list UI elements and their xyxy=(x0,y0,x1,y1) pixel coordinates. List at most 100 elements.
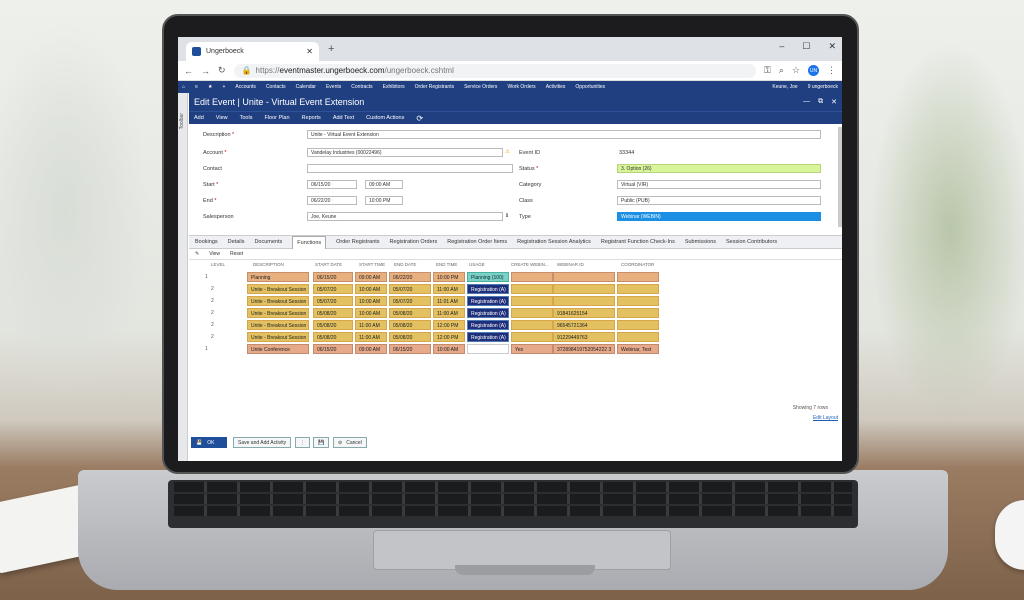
nav-activities[interactable]: Activities xyxy=(546,84,566,90)
cell-st[interactable]: 10:00 AM xyxy=(355,296,387,306)
cell-et[interactable]: 11:01 AM xyxy=(433,296,465,306)
save-add-activity-button[interactable]: Save and Add Activity xyxy=(233,437,292,448)
cell-wid[interactable] xyxy=(553,284,615,294)
cell-desc[interactable]: Unite - Breakout Session 3 xyxy=(247,308,309,318)
company-menu[interactable]: 9 ungerboeck xyxy=(808,84,838,90)
cell-et[interactable]: 11:00 AM xyxy=(433,308,465,318)
maximize-icon[interactable]: ☐ xyxy=(802,41,810,52)
edit-layout-link[interactable]: Edit Layout xyxy=(813,415,838,421)
nav-contacts[interactable]: Contacts xyxy=(266,84,286,90)
account-field[interactable]: Vandelay Industries (00022496) xyxy=(307,148,503,157)
tab-documents[interactable]: Documents xyxy=(254,239,282,245)
cell-st[interactable]: 11:00 AM xyxy=(355,320,387,330)
home-icon[interactable]: ⌂ xyxy=(182,84,185,90)
cell-wid[interactable] xyxy=(553,296,615,306)
cell-desc[interactable]: Unite - Breakout Session 4 xyxy=(247,320,309,330)
bookmark-star-icon[interactable]: ☆ xyxy=(792,65,800,76)
tab-registration-orders[interactable]: Registration Orders xyxy=(390,239,438,245)
col-end-time[interactable]: END TIME xyxy=(436,262,457,267)
refresh-icon[interactable]: ⟳ xyxy=(416,114,423,123)
cell-cw[interactable] xyxy=(511,320,553,330)
add-icon[interactable]: + xyxy=(222,84,225,90)
nav-order-registrants[interactable]: Order Registrants xyxy=(415,84,454,90)
cell-ed[interactable]: 06/15/20 xyxy=(389,344,431,354)
tab-registration-session-analytics[interactable]: Registration Session Analytics xyxy=(517,239,591,245)
cell-wid[interactable]: 96545721364 xyxy=(553,320,615,330)
cell-wid[interactable] xyxy=(553,272,615,282)
cell-et[interactable]: 10:00 PM xyxy=(433,272,465,282)
nav-work-orders[interactable]: Work Orders xyxy=(507,84,535,90)
cell-desc[interactable]: Unite - Breakout Session 2 xyxy=(247,296,309,306)
table-row[interactable]: 2 Unite - Breakout Session 3 05/08/20 10:00… xyxy=(189,308,842,319)
cell-coord[interactable] xyxy=(617,320,659,330)
table-row[interactable]: 2 Unite - Breakout Session 2 05/07/20 10:00… xyxy=(189,296,842,307)
reload-icon[interactable]: ↻ xyxy=(218,65,226,76)
cell-usage[interactable] xyxy=(467,344,509,354)
toolbar-sidebar[interactable]: Toolbar xyxy=(178,93,188,461)
nav-opportunities[interactable]: Opportunities xyxy=(575,84,605,90)
cell-cw[interactable]: Yes xyxy=(511,344,553,354)
cancel-button[interactable]: ⊘ Cancel xyxy=(333,437,367,448)
start-date-field[interactable]: 06/15/20 xyxy=(307,180,357,189)
star-icon[interactable]: ★ xyxy=(208,84,212,90)
cell-sd[interactable]: 06/15/20 xyxy=(313,344,353,354)
cell-ed[interactable]: 05/08/20 xyxy=(389,320,431,330)
table-row[interactable]: 1 Unite Conference 06/15/20 09:00 AM 06/15/2… xyxy=(189,344,842,355)
cell-wid[interactable]: 91229449763 xyxy=(553,332,615,342)
start-time-field[interactable]: 09:00 AM xyxy=(365,180,403,189)
type-field[interactable]: Webinar (WEBIN) xyxy=(617,212,821,221)
tab-details[interactable]: Details xyxy=(228,239,245,245)
cell-sd[interactable]: 05/07/20 xyxy=(313,296,353,306)
cell-et[interactable]: 10:00 AM xyxy=(433,344,465,354)
tab-functions[interactable]: Functions xyxy=(292,235,327,249)
cell-coord[interactable] xyxy=(617,308,659,318)
user-menu[interactable]: Keune, Joe xyxy=(772,84,797,90)
hamburger-icon[interactable]: ≡ xyxy=(195,84,198,90)
cell-sd[interactable]: 05/08/20 xyxy=(313,308,353,318)
nav-events[interactable]: Events xyxy=(326,84,341,90)
close-tab-icon[interactable]: ✕ xyxy=(306,47,313,56)
cell-desc[interactable]: Unite - Breakout Session 1 xyxy=(247,284,309,294)
cell-desc[interactable]: Planning xyxy=(247,272,309,282)
cell-st[interactable]: 09:00 AM xyxy=(355,344,387,354)
col-webinar-id[interactable]: WEBINAR ID xyxy=(557,262,584,267)
toolbar-tools[interactable]: Tools xyxy=(240,115,253,121)
minimize-panel-icon[interactable]: — xyxy=(803,98,810,106)
end-time-field[interactable]: 10:00 PM xyxy=(365,196,403,205)
tab-order-registrants[interactable]: Order Registrants xyxy=(336,239,379,245)
toolbar-floor-plan[interactable]: Floor Plan xyxy=(264,115,289,121)
toolbar-add-text[interactable]: Add Text xyxy=(333,115,354,121)
cell-usage[interactable]: Registration (A) xyxy=(467,296,509,306)
end-date-field[interactable]: 06/22/20 xyxy=(307,196,357,205)
popout-icon[interactable]: ⧉ xyxy=(818,98,823,106)
col-start-date[interactable]: START DATE xyxy=(315,262,342,267)
cell-sd[interactable]: 06/15/20 xyxy=(313,272,353,282)
tab-bookings[interactable]: Bookings xyxy=(195,239,218,245)
table-row[interactable]: 2 Unite - Breakout Session 4 05/08/20 11:00… xyxy=(189,320,842,331)
edit-grid-icon[interactable]: ✎ xyxy=(195,251,199,257)
cell-st[interactable]: 09:00 AM xyxy=(355,272,387,282)
cell-usage[interactable]: Registration (A) xyxy=(467,308,509,318)
nav-service-orders[interactable]: Service Orders xyxy=(464,84,497,90)
cell-sd[interactable]: 05/08/20 xyxy=(313,332,353,342)
col-create-webinar[interactable]: CREATE WEBIN... xyxy=(511,262,549,267)
col-usage[interactable]: USAGE xyxy=(469,262,485,267)
zoom-icon[interactable]: ⌕ xyxy=(779,65,784,76)
grid-view-menu[interactable]: View xyxy=(209,251,220,257)
cell-coord[interactable] xyxy=(617,332,659,342)
cell-cw[interactable] xyxy=(511,308,553,318)
class-field[interactable]: Public (PUB) xyxy=(617,196,821,205)
back-icon[interactable]: ← xyxy=(184,66,193,76)
close-window-icon[interactable]: ✕ xyxy=(828,41,836,52)
tab-submissions[interactable]: Submissions xyxy=(685,239,716,245)
cell-desc[interactable]: Unite Conference xyxy=(247,344,309,354)
tab-registrant-function-checkins[interactable]: Registrant Function Check-Ins xyxy=(601,239,675,245)
col-coordinator[interactable]: COORDINATOR xyxy=(621,262,654,267)
cell-et[interactable]: 11:00 AM xyxy=(433,284,465,294)
url-input[interactable]: 🔒 https:// eventmaster.ungerboeck.com /u… xyxy=(233,63,757,78)
tab-session-contributors[interactable]: Session Contributors xyxy=(726,239,777,245)
cell-et[interactable]: 12:00 PM xyxy=(433,320,465,330)
cell-coord[interactable]: Webinar, Test xyxy=(617,344,659,354)
minimize-icon[interactable]: – xyxy=(779,41,784,52)
cell-coord[interactable] xyxy=(617,296,659,306)
